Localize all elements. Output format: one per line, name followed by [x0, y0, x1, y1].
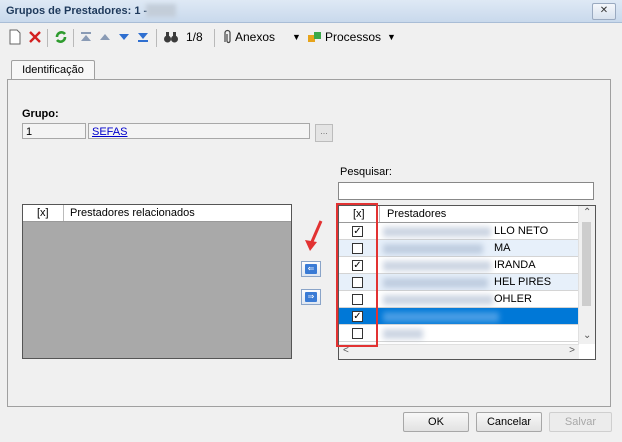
- redacted-title-part: [146, 4, 176, 17]
- ok-button[interactable]: OK: [403, 412, 469, 432]
- move-left-button[interactable]: ⇐: [301, 261, 321, 277]
- delete-icon[interactable]: [28, 29, 42, 45]
- related-grid-header: [x] Prestadores relacionados: [23, 205, 291, 222]
- prestador-name-suffix: MA: [494, 242, 511, 254]
- puzzle-icon: [308, 32, 321, 42]
- toolbar-separator: [214, 29, 215, 47]
- tab-identificacao[interactable]: Identificação: [11, 60, 95, 80]
- chevron-down-icon[interactable]: ▼: [387, 29, 396, 45]
- arrow-left-icon: ⇐: [305, 264, 317, 274]
- redacted-name: [383, 295, 493, 305]
- grupo-name-link[interactable]: SEFAS: [92, 126, 127, 138]
- chevron-down-icon[interactable]: ▼: [292, 29, 301, 45]
- scroll-up-icon[interactable]: ⌃: [583, 207, 591, 218]
- previous-record-icon[interactable]: [98, 29, 112, 45]
- toolbar-separator: [73, 29, 74, 47]
- last-record-icon[interactable]: [136, 29, 150, 45]
- redacted-name: [383, 227, 491, 237]
- toolbar: 1/8 Anexos ▼ Processos ▼: [0, 23, 622, 51]
- related-col-check: [x]: [37, 207, 49, 219]
- redacted-name: [383, 261, 491, 271]
- scroll-right-icon[interactable]: >: [569, 345, 575, 356]
- grupo-code-field[interactable]: 1: [22, 123, 86, 139]
- record-position: 1/8: [186, 30, 203, 44]
- prestador-name-suffix: OHLER: [494, 293, 532, 305]
- save-button[interactable]: Salvar: [549, 412, 612, 432]
- redacted-name: [383, 329, 423, 339]
- prestador-name-suffix: LLO NETO: [494, 225, 549, 237]
- title-bar: Grupos de Prestadores: 1 - ✕: [0, 0, 622, 23]
- redacted-name: [383, 278, 488, 288]
- related-col-name: Prestadores relacionados: [70, 207, 195, 219]
- grupo-name-field[interactable]: SEFAS: [88, 123, 310, 139]
- related-grid[interactable]: [x] Prestadores relacionados: [22, 204, 292, 359]
- annotation-arrow: [305, 220, 323, 251]
- annotation-highlight-box: [336, 203, 378, 347]
- search-label: Pesquisar:: [340, 166, 392, 178]
- window-title: Grupos de Prestadores: 1 -: [6, 5, 148, 17]
- move-right-button[interactable]: ⇒: [301, 289, 321, 305]
- scroll-down-icon[interactable]: ⌄: [583, 330, 591, 341]
- grupo-lookup-button[interactable]: ...: [315, 124, 333, 142]
- scroll-thumb[interactable]: [582, 222, 591, 306]
- close-button[interactable]: ✕: [592, 3, 616, 20]
- prestadores-col-name: Prestadores: [387, 208, 447, 220]
- search-input[interactable]: [338, 182, 594, 200]
- prestador-name-suffix: IRANDA: [494, 259, 536, 271]
- toolbar-separator: [47, 29, 48, 47]
- vertical-scrollbar[interactable]: ⌃ ⌄: [578, 206, 595, 344]
- cancel-button[interactable]: Cancelar: [476, 412, 542, 432]
- redacted-name: [383, 312, 499, 322]
- arrow-right-icon: ⇒: [305, 292, 317, 302]
- grupo-label: Grupo:: [22, 108, 59, 120]
- toolbar-separator: [156, 29, 157, 47]
- paperclip-icon: [224, 29, 231, 44]
- redacted-name: [383, 244, 483, 254]
- prestador-name-suffix: HEL PIRES: [494, 276, 552, 288]
- anexos-menu[interactable]: Anexos: [235, 29, 275, 45]
- next-record-icon[interactable]: [117, 29, 131, 45]
- binoculars-icon[interactable]: [163, 29, 179, 45]
- first-record-icon[interactable]: [79, 29, 93, 45]
- processos-menu[interactable]: Processos: [325, 29, 381, 45]
- new-document-icon[interactable]: [8, 29, 22, 45]
- refresh-icon[interactable]: [54, 29, 68, 45]
